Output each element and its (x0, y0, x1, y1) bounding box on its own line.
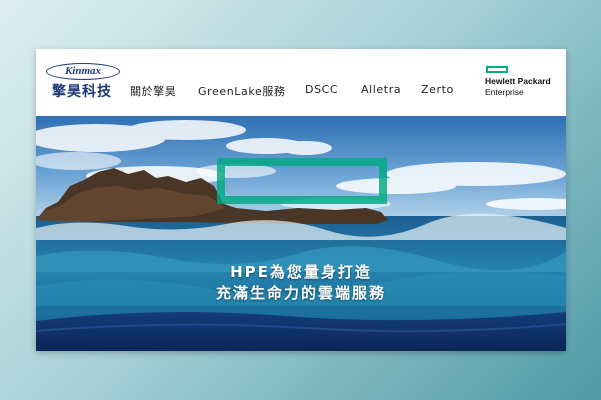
hpe-logo-line1: Hewlett Packard (485, 76, 551, 86)
hpe-logo-line2: Enterprise (485, 87, 524, 97)
hpe-element-icon (486, 66, 508, 73)
hero-title-line2: 充滿生命力的雲端服務 (215, 284, 386, 302)
nav-item-about[interactable]: 關於擎昊 (130, 83, 176, 99)
hero-banner: HPE為您量身打造 充滿生命力的雲端服務 (36, 116, 566, 351)
hpe-element-frame (217, 158, 387, 204)
logo-brand-text: Kinmax (64, 65, 102, 77)
nav-item-zerto[interactable]: Zerto (421, 83, 454, 96)
hero-title-line1: HPE為您量身打造 (230, 263, 372, 281)
kinmax-logo[interactable]: Kinmax 擎昊科技 (46, 63, 126, 103)
website-window: Kinmax 擎昊科技 關於擎昊 GreenLake服務 DSCC Alletr… (36, 49, 566, 351)
nav-item-greenlake[interactable]: GreenLake服務 (198, 83, 286, 99)
nav-item-dscc[interactable]: DSCC (305, 83, 338, 96)
hpe-logo[interactable]: Hewlett Packard Enterprise (484, 66, 564, 106)
nav-item-alletra[interactable]: Alletra (361, 83, 401, 96)
logo-company-name: 擎昊科技 (52, 84, 112, 100)
site-header: Kinmax 擎昊科技 關於擎昊 GreenLake服務 DSCC Alletr… (36, 49, 566, 116)
hero-seascape-image (36, 116, 566, 351)
